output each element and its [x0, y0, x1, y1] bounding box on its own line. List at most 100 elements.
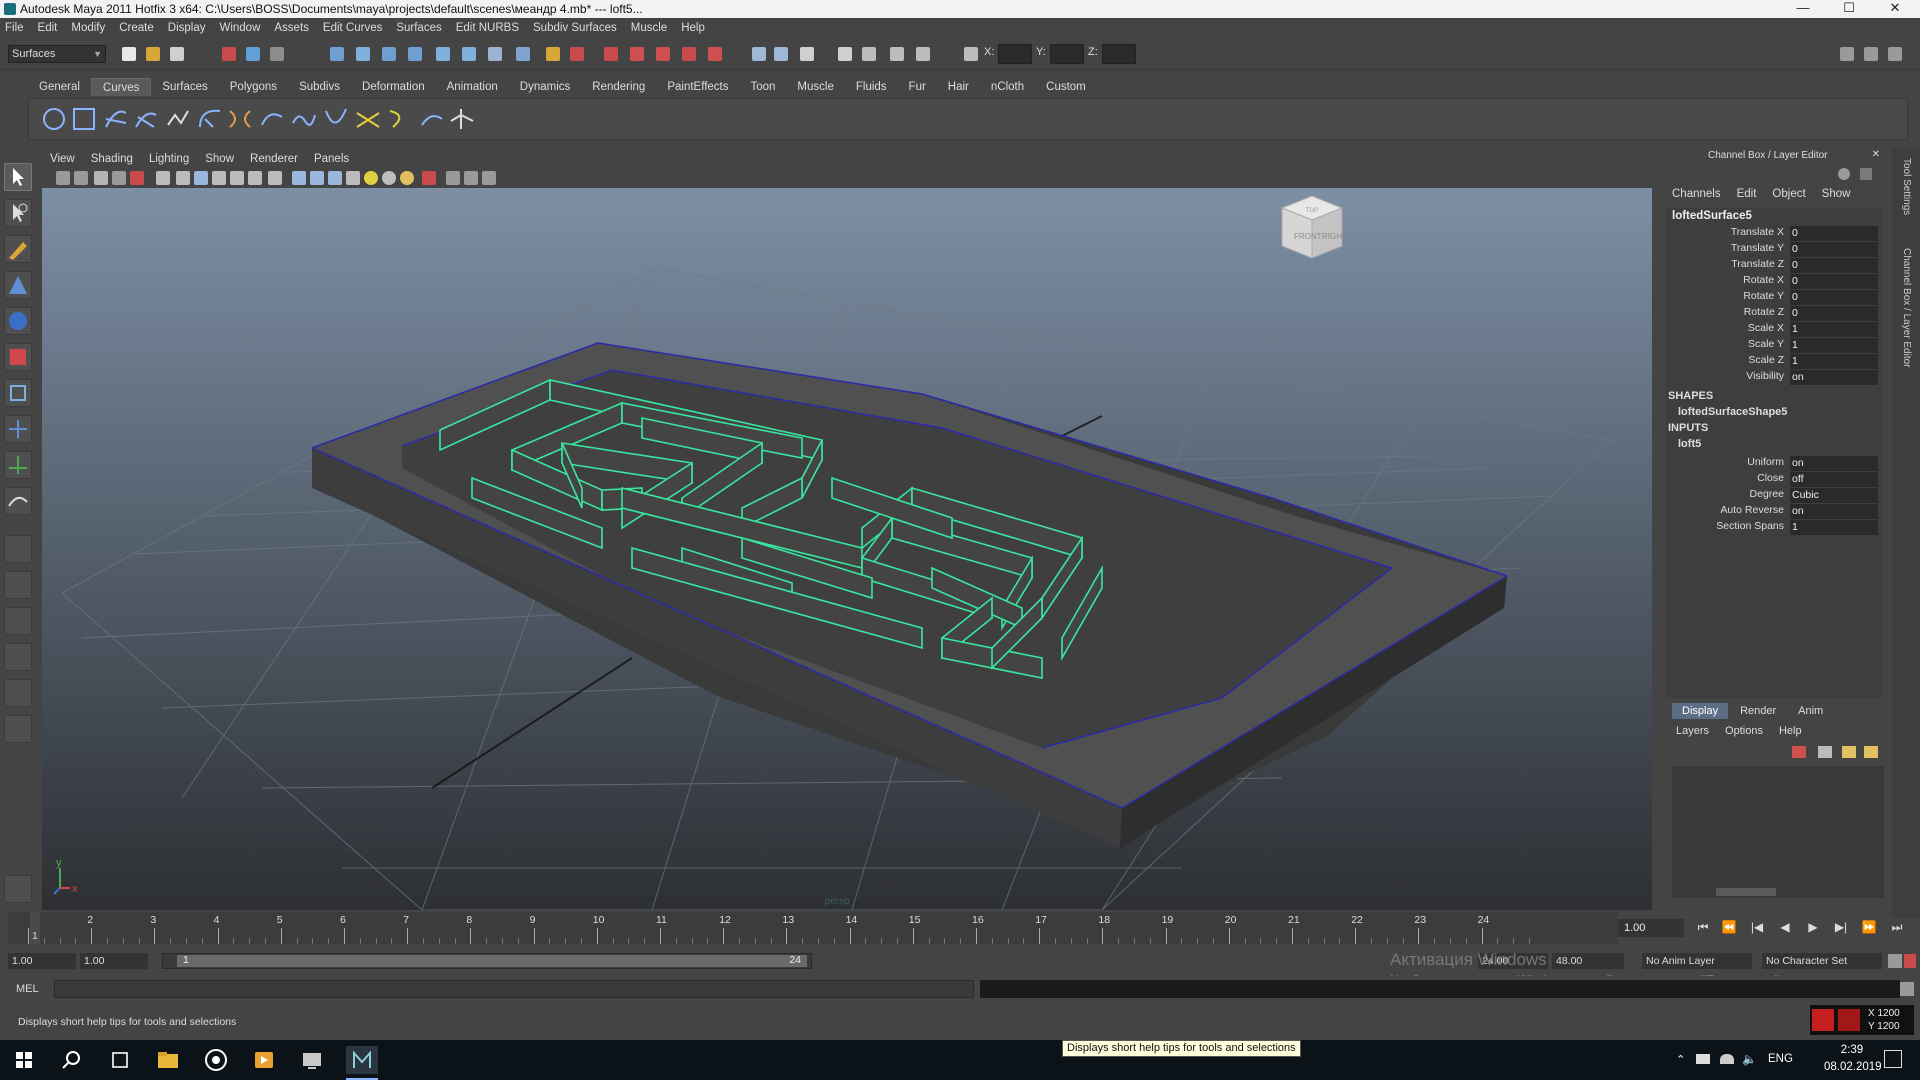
network-icon[interactable] [1720, 1054, 1734, 1064]
high-quality-icon[interactable] [400, 171, 414, 185]
textured-icon[interactable] [328, 171, 342, 185]
hotbox-icon[interactable] [4, 875, 32, 903]
menu-muscle[interactable]: Muscle [631, 22, 667, 34]
shelf-tab-custom[interactable]: Custom [1035, 78, 1097, 96]
range-slider[interactable]: 1 24 [162, 953, 812, 969]
fillet-curve-icon[interactable] [387, 105, 413, 133]
shape-name[interactable]: loftedSurfaceShape5 [1678, 406, 1787, 418]
layout-hypershade-icon[interactable] [4, 679, 32, 707]
viewport-scene[interactable]: TOP FRONT RIGHT y x persp [42, 188, 1652, 910]
file-explorer-icon[interactable] [152, 1046, 184, 1074]
layer-tab-render[interactable]: Render [1730, 703, 1786, 719]
monitor-app-icon[interactable] [296, 1046, 328, 1074]
attr-row[interactable]: Scale Y 1 [1666, 338, 1884, 354]
layout-outliner-icon[interactable] [4, 607, 32, 635]
lock-icon[interactable] [546, 47, 560, 61]
time-slider[interactable]: 1 2 3 4 5 6 7 8 9 10 11 12 13 14 15 16 17 18 19 20 21 22 23 24 [8, 912, 1618, 944]
attr-row[interactable]: Rotate Z 0 [1666, 306, 1884, 322]
select-hierarchy-icon[interactable] [222, 47, 236, 61]
step-forward-key-button[interactable]: ⏩ [1860, 920, 1878, 936]
windows-start-icon[interactable] [8, 1046, 40, 1074]
shelf-tab-painteffects[interactable]: PaintEffects [656, 78, 739, 96]
layer-tab-anim[interactable]: Anim [1788, 703, 1833, 719]
play-forward-button[interactable]: ▶ [1804, 920, 1822, 936]
new-scene-icon[interactable] [122, 47, 136, 61]
media-player-icon[interactable] [248, 1046, 280, 1074]
xray-joints-icon[interactable] [464, 171, 478, 185]
taskbar-date[interactable]: 08.02.2019 [1824, 1061, 1882, 1073]
shelf-tab-dynamics[interactable]: Dynamics [509, 78, 581, 96]
attr-row[interactable]: Degree Cubic [1666, 488, 1884, 504]
attr-row[interactable]: Scale Z 1 [1666, 354, 1884, 370]
channel-box-menu-object[interactable]: Object [1772, 188, 1805, 200]
notification-center-icon[interactable] [1884, 1050, 1902, 1068]
menu-edit-curves[interactable]: Edit Curves [323, 22, 382, 34]
attr-row[interactable]: Uniform on [1666, 456, 1884, 472]
anim-layer-select[interactable]: No Anim Layer [1642, 953, 1752, 969]
layer-scrollbar[interactable] [1672, 886, 1884, 898]
snap-point-icon[interactable] [382, 47, 396, 61]
maximize-button[interactable]: ☐ [1826, 0, 1872, 18]
z-field[interactable] [1102, 44, 1136, 64]
menu-display[interactable]: Display [168, 22, 206, 34]
viewport-menu-panels[interactable]: Panels [314, 153, 349, 165]
viewport-menu-view[interactable]: View [50, 153, 75, 165]
character-set-select[interactable]: No Character Set [1762, 953, 1882, 969]
shelf-tab-surfaces[interactable]: Surfaces [151, 78, 218, 96]
rebuild-curve-icon[interactable] [323, 105, 349, 133]
attr-value[interactable]: Cubic [1790, 488, 1878, 503]
script-editor-icon[interactable] [800, 47, 814, 61]
viewport-menu-renderer[interactable]: Renderer [250, 153, 298, 165]
soft-mod-icon[interactable] [4, 415, 32, 443]
attr-value[interactable]: 0 [1790, 274, 1878, 289]
close-icon[interactable]: ✕ [1872, 149, 1880, 160]
toggle-tool-settings-icon[interactable] [1864, 47, 1878, 61]
viewport-menu-show[interactable]: Show [205, 153, 234, 165]
toggle-channel-box-icon[interactable] [1888, 47, 1902, 61]
attr-row[interactable]: Close off [1666, 472, 1884, 488]
layer-menu-help[interactable]: Help [1779, 725, 1802, 737]
offset-curve-icon[interactable] [291, 105, 317, 133]
toggle-attr-editor-icon[interactable] [1840, 47, 1854, 61]
go-to-start-button[interactable]: ⏮ [1694, 920, 1712, 936]
chrome-icon[interactable] [200, 1046, 232, 1074]
rotate-tool-icon[interactable] [4, 307, 32, 335]
attr-value[interactable]: 1 [1790, 520, 1878, 535]
attr-value[interactable]: 1 [1790, 354, 1878, 369]
shadows-icon[interactable] [382, 171, 396, 185]
input-name[interactable]: loft5 [1678, 438, 1701, 450]
menu-edit-nurbs[interactable]: Edit NURBS [456, 22, 519, 34]
shelf-tab-subdivs[interactable]: Subdivs [288, 78, 351, 96]
attr-value[interactable]: on [1790, 456, 1878, 471]
y-field[interactable] [1050, 44, 1084, 64]
image-plane-icon[interactable] [112, 171, 126, 185]
menu-help[interactable]: Help [681, 22, 705, 34]
xray-components-icon[interactable] [482, 171, 496, 185]
snap-view-icon[interactable] [462, 47, 476, 61]
shelf-tab-deformation[interactable]: Deformation [351, 78, 436, 96]
pencil-curve-icon[interactable] [165, 105, 191, 133]
channel-box-menu-channels[interactable]: Channels [1672, 188, 1721, 200]
channel-box-tab[interactable]: Channel Box / Layer Editor [1896, 248, 1912, 368]
bookmark-icon[interactable] [94, 171, 108, 185]
snap-grid-icon[interactable] [330, 47, 344, 61]
command-input[interactable] [54, 980, 974, 998]
range-handle[interactable]: 1 24 [177, 954, 807, 967]
save-scene-icon[interactable] [170, 47, 184, 61]
lasso-tool-icon[interactable] [4, 199, 32, 227]
menu-modify[interactable]: Modify [71, 22, 105, 34]
open-scene-icon[interactable] [146, 47, 160, 61]
task-view-icon[interactable] [104, 1046, 136, 1074]
detach-curves-icon[interactable] [259, 105, 285, 133]
attribute-editor-icon[interactable] [752, 47, 766, 61]
snap-plane-icon[interactable] [408, 47, 422, 61]
graph-editor-icon[interactable] [862, 47, 876, 61]
menu-subdiv-surfaces[interactable]: Subdiv Surfaces [533, 22, 617, 34]
close-button[interactable]: ✕ [1872, 0, 1918, 18]
insert-knot-icon[interactable] [355, 105, 381, 133]
shelf-tab-polygons[interactable]: Polygons [219, 78, 288, 96]
layer-tab-display[interactable]: Display [1672, 703, 1729, 719]
input-ops-icon[interactable] [570, 47, 584, 61]
attr-value[interactable]: 1 [1790, 322, 1878, 337]
attr-row[interactable]: Section Spans 1 [1666, 520, 1884, 536]
